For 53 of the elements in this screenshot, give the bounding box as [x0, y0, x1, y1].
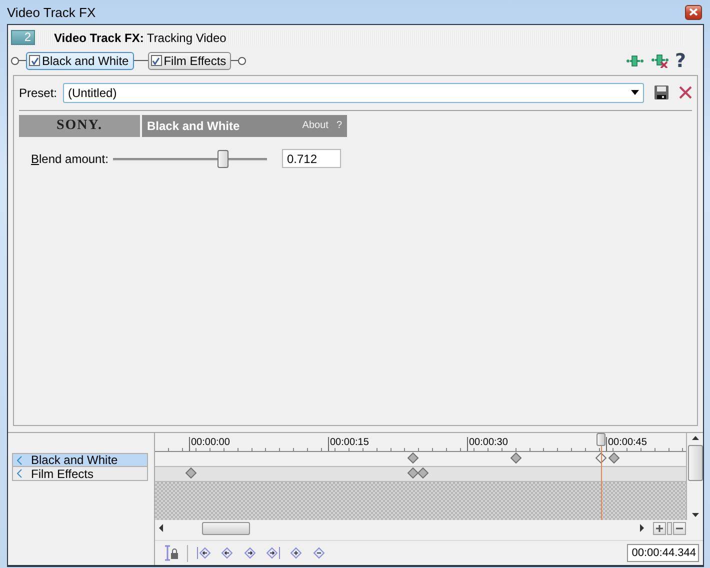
- playhead-handle[interactable]: [596, 433, 605, 446]
- header-title: Video Track FX: Tracking Video: [54, 30, 226, 45]
- effect-chain-button[interactable]: Black and White: [26, 52, 134, 70]
- value-field[interactable]: 0.712: [282, 149, 341, 168]
- vertical-scrollbar[interactable]: [687, 433, 703, 520]
- scroll-left-icon[interactable]: [159, 524, 164, 532]
- first-keyframe-icon[interactable]: [196, 545, 212, 561]
- time-field[interactable]: 00:00:44.344: [627, 544, 699, 562]
- preset-label: Preset:: [19, 86, 58, 100]
- slider-track[interactable]: [113, 150, 267, 168]
- window-title: Video Track FX: [7, 4, 97, 20]
- track-list-item[interactable]: Black and White: [12, 453, 148, 467]
- plugin-name: Black and White: [147, 118, 241, 133]
- help-icon[interactable]: ?: [674, 52, 686, 70]
- close-button[interactable]: [685, 4, 702, 20]
- track-number-badge: 2: [11, 30, 35, 46]
- keyframe-icon[interactable]: [417, 467, 429, 479]
- keyframe-icon[interactable]: [510, 452, 522, 464]
- ruler-label: 00:00:00: [189, 437, 230, 451]
- next-keyframe-icon[interactable]: [242, 545, 258, 561]
- keyframe-icon[interactable]: [407, 467, 419, 479]
- scrollbar-thumb[interactable]: [202, 522, 250, 534]
- last-keyframe-icon[interactable]: [265, 545, 281, 561]
- remove-plugin-icon[interactable]: [650, 54, 669, 68]
- dropdown-arrow-icon: [631, 90, 639, 96]
- slider-thumb[interactable]: [217, 150, 228, 168]
- add-plugin-icon[interactable]: [626, 54, 644, 67]
- add-keyframe-icon[interactable]: [288, 545, 304, 561]
- zoom-out-button[interactable]: [673, 522, 686, 534]
- keyframe-icon[interactable]: [608, 452, 620, 464]
- checkmark-icon: [30, 56, 38, 65]
- previous-keyframe-icon[interactable]: [219, 545, 235, 561]
- keyframe-icon[interactable]: [185, 467, 197, 479]
- ruler-label: 00:00:30: [467, 437, 508, 451]
- keyframe-icon[interactable]: [407, 452, 419, 464]
- effect-chain-button[interactable]: Film Effects: [148, 52, 232, 70]
- scroll-right-icon[interactable]: [640, 524, 645, 532]
- checkbox[interactable]: [150, 55, 162, 66]
- checkmark-icon: [152, 56, 160, 65]
- delete-icon[interactable]: [679, 86, 692, 100]
- ruler-label: 00:00:15: [328, 437, 369, 451]
- zoom-in-button[interactable]: [653, 522, 666, 534]
- delete-keyframe-icon[interactable]: [311, 545, 327, 561]
- brand-logo: SONY.: [19, 114, 140, 137]
- close-icon: [689, 8, 698, 16]
- save-icon[interactable]: [654, 85, 669, 100]
- parameter-label: Blend amount:: [31, 152, 110, 166]
- lock-cursor-icon[interactable]: [163, 545, 179, 561]
- keyframe-icon[interactable]: [594, 452, 606, 464]
- plus-icon: [656, 524, 663, 532]
- preset-dropdown[interactable]: (Untitled): [63, 82, 644, 103]
- checkbox[interactable]: [29, 55, 40, 66]
- track-list-item[interactable]: Film Effects: [12, 467, 148, 481]
